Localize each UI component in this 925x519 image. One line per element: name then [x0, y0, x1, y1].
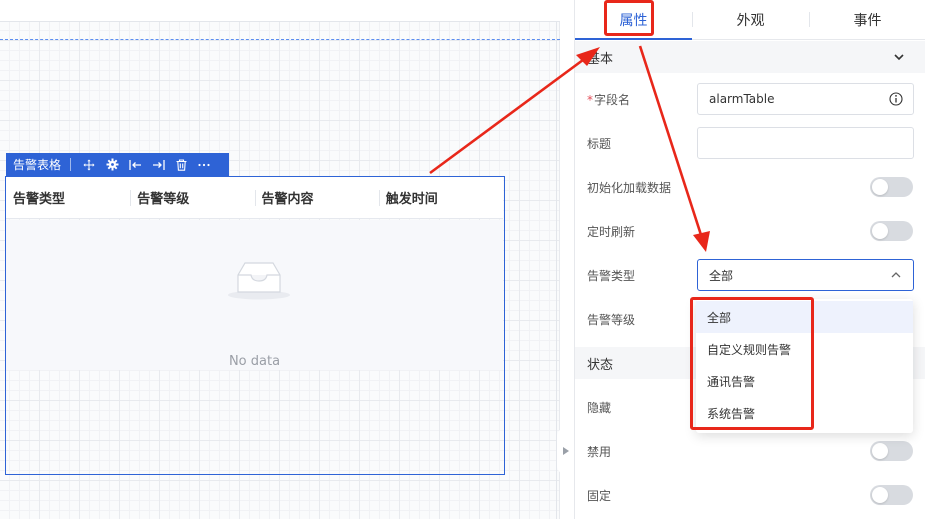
fixed-switch[interactable]	[870, 485, 913, 505]
field-name-row: *字段名 alarmTable	[575, 77, 925, 121]
caret-right-icon	[562, 447, 569, 455]
disabled-switch[interactable]	[870, 441, 913, 461]
alarm-table-widget[interactable]: 告警类型 告警等级 告警内容 触发时间 No data	[5, 176, 505, 475]
info-icon[interactable]	[889, 92, 903, 106]
panel-collapse-handle[interactable]	[557, 428, 574, 474]
canvas-top-bar	[0, 0, 560, 22]
canvas-guide-line	[0, 39, 560, 40]
settings-icon[interactable]	[102, 155, 122, 175]
timer-refresh-row: 定时刷新	[575, 209, 925, 253]
panel-tabs: 属性 外观 事件	[575, 0, 925, 40]
dropdown-option[interactable]: 系统告警	[696, 397, 913, 429]
section-basic[interactable]: 基本	[575, 41, 925, 73]
field-name-input[interactable]: alarmTable	[697, 83, 914, 115]
field-name-label-text: 字段名	[594, 92, 631, 107]
design-canvas[interactable]: 告警表格 告警类型 告警等级 告警内容 触发时间 No data	[0, 0, 560, 519]
dropdown-option[interactable]: 自定义规则告警	[696, 333, 913, 365]
hidden-label: 隐藏	[587, 400, 612, 415]
section-state-title: 状态	[587, 357, 614, 373]
timer-refresh-switch[interactable]	[870, 221, 913, 241]
column-header: 告警内容	[254, 177, 379, 218]
fixed-label: 固定	[587, 488, 612, 503]
move-icon[interactable]	[79, 155, 99, 175]
more-icon[interactable]	[194, 155, 214, 175]
title-input[interactable]	[697, 127, 914, 159]
alarm-level-label: 告警等级	[587, 312, 636, 327]
toolbar-divider	[70, 158, 72, 171]
alarm-type-value: 全部	[709, 268, 734, 283]
alarm-type-row: 告警类型 全部	[575, 253, 925, 297]
empty-inbox-icon	[228, 262, 290, 300]
indent-right-icon[interactable]	[148, 155, 168, 175]
alarm-type-select[interactable]: 全部	[697, 259, 914, 291]
field-name-label: *字段名	[587, 92, 631, 107]
alarm-type-dropdown: 全部 自定义规则告警 通讯告警 系统告警	[696, 299, 913, 433]
field-name-value: alarmTable	[709, 92, 775, 106]
section-basic-title: 基本	[587, 51, 614, 67]
init-load-row: 初始化加载数据	[575, 165, 925, 209]
title-label: 标题	[587, 136, 612, 151]
trash-icon[interactable]	[171, 155, 191, 175]
disabled-row: 禁用	[575, 429, 925, 473]
chevron-down-icon	[894, 54, 904, 61]
chevron-up-icon	[891, 272, 901, 278]
timer-refresh-label: 定时刷新	[587, 224, 636, 239]
tab-appearance[interactable]: 外观	[692, 0, 809, 39]
dropdown-option[interactable]: 全部	[696, 301, 913, 333]
widget-toolbar: 告警表格	[6, 153, 229, 176]
table-empty-state: No data	[6, 220, 503, 370]
disabled-label: 禁用	[587, 444, 612, 459]
column-header: 触发时间	[378, 177, 503, 218]
alarm-type-label: 告警类型	[587, 268, 636, 283]
empty-text: No data	[228, 354, 281, 369]
fixed-row: 固定	[575, 473, 925, 517]
table-header: 告警类型 告警等级 告警内容 触发时间	[6, 177, 503, 219]
widget-title: 告警表格	[13, 158, 62, 172]
title-row: 标题	[575, 121, 925, 165]
init-load-switch[interactable]	[870, 177, 913, 197]
tab-properties[interactable]: 属性	[575, 0, 692, 40]
column-header: 告警类型	[13, 192, 66, 207]
tab-events[interactable]: 事件	[809, 0, 925, 39]
column-header: 告警等级	[130, 177, 254, 218]
init-load-label: 初始化加载数据	[587, 180, 672, 195]
dropdown-option[interactable]: 通讯告警	[696, 365, 913, 397]
indent-left-icon[interactable]	[125, 155, 145, 175]
property-panel: 属性 外观 事件 基本 *字段名 alarmTable 标题 初始化加载数据 定…	[574, 0, 925, 519]
